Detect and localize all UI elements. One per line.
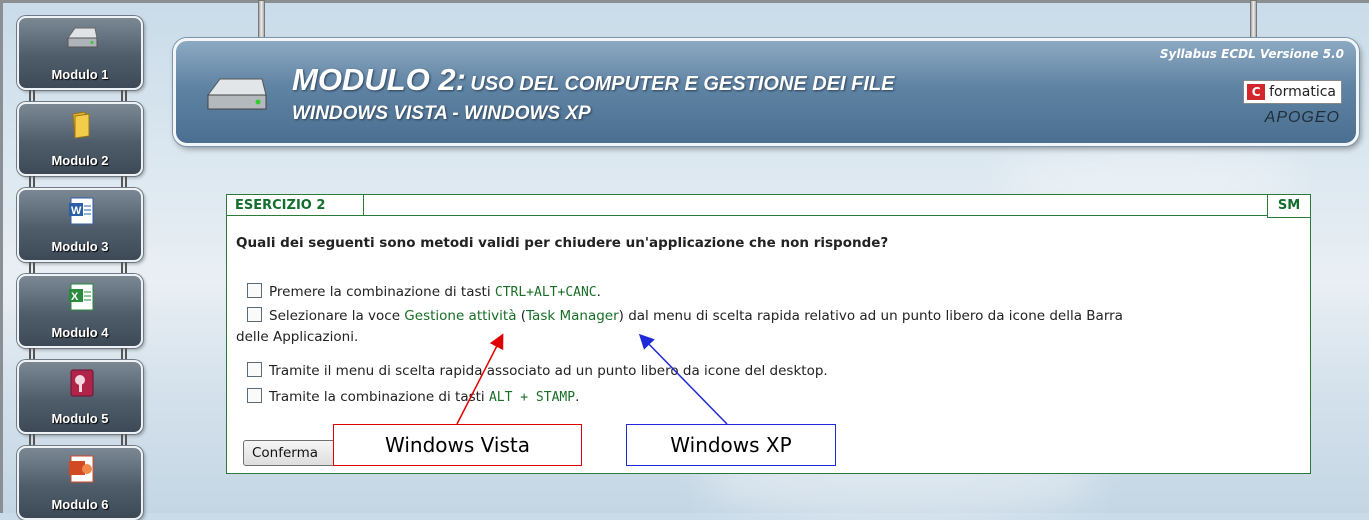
title-rest: USO DEL COMPUTER E GESTIONE DEI FILE	[470, 73, 895, 95]
hard-drive-icon	[67, 27, 98, 48]
excel-icon: X	[69, 283, 94, 311]
module-5-button[interactable]: Modulo 5	[17, 360, 143, 434]
apogeo-logo: APOGEO	[1264, 109, 1340, 126]
chain-connector	[17, 434, 147, 446]
question-text: Quali dei seguenti sono metodi validi pe…	[236, 235, 889, 251]
windows-vista-callout: Windows Vista	[333, 424, 582, 466]
page-subtitle: WINDOWS VISTA - WINDOWS XP	[292, 103, 591, 124]
option-1-end: .	[596, 284, 601, 300]
formatica-label: formatica	[1269, 84, 1336, 100]
option-2-checkbox[interactable]	[247, 307, 262, 322]
powerpoint-icon	[69, 455, 94, 483]
exercise-code-tab: SM	[1267, 194, 1311, 218]
option-2-vista-term: Gestione attività	[404, 308, 517, 324]
module-5-label: Modulo 5	[51, 411, 109, 426]
option-3-checkbox[interactable]	[247, 362, 262, 377]
option-2-text-end: ) dal menu di scelta rapida relativo ad …	[618, 308, 1123, 324]
module-2-button[interactable]: Modulo 2	[17, 102, 143, 176]
option-2-continuation: delle Applicazioni.	[236, 329, 359, 345]
answer-option: Selezionare la voce Gestione attività (T…	[236, 306, 1301, 348]
option-1-text: Premere la combinazione di tasti	[269, 284, 495, 300]
window-frame-top	[0, 0, 1369, 3]
chain-connector	[17, 90, 147, 102]
title-module: MODULO 2:	[292, 62, 466, 97]
syllabus-label: Syllabus ECDL Versione 5.0	[1159, 47, 1344, 61]
module-1-button[interactable]: Modulo 1	[17, 16, 143, 90]
module-4-label: Modulo 4	[51, 325, 109, 340]
formatica-logo: C formatica	[1243, 80, 1342, 104]
svg-text:W: W	[71, 205, 82, 217]
formatica-mark-icon: C	[1247, 84, 1266, 100]
page-title: MODULO 2: USO DEL COMPUTER E GESTIONE DE…	[292, 62, 895, 98]
option-3-text: Tramite il menu di scelta rapida associa…	[269, 363, 828, 379]
option-1-checkbox[interactable]	[247, 283, 262, 298]
module-3-button[interactable]: W Modulo 3	[17, 188, 143, 262]
header-banner: MODULO 2: USO DEL COMPUTER E GESTIONE DE…	[173, 38, 1359, 146]
option-4-text: Tramite la combinazione di tasti	[269, 389, 489, 405]
word-icon: W	[69, 197, 94, 225]
chain-connector	[17, 262, 147, 274]
module-3-label: Modulo 3	[51, 239, 109, 254]
answer-option: Premere la combinazione di tasti CTRL+AL…	[247, 282, 1297, 303]
chain-connector	[17, 176, 147, 188]
svg-text:X: X	[71, 291, 79, 303]
option-2-xp-term: Task Manager	[526, 308, 619, 324]
option-4-end: .	[575, 389, 580, 405]
access-icon	[70, 369, 94, 397]
option-2-text: Selezionare la voce	[269, 308, 405, 324]
option-4-keys: ALT + STAMP	[488, 390, 576, 405]
option-2-paren: (	[516, 308, 527, 324]
module-6-button[interactable]: Modulo 6	[17, 446, 143, 520]
exercise-tab: ESERCIZIO 2	[226, 194, 364, 216]
module-1-label: Modulo 1	[51, 67, 109, 82]
folder-icon	[72, 111, 90, 139]
answer-option: Tramite la combinazione di tasti ALT + S…	[247, 387, 1297, 408]
chain-connector	[17, 348, 147, 360]
answer-option: Tramite il menu di scelta rapida associa…	[247, 361, 1297, 382]
tab-divider	[363, 215, 1269, 216]
hard-drive-icon	[207, 78, 267, 110]
module-2-label: Modulo 2	[51, 153, 109, 168]
option-1-keys: CTRL+ALT+CANC	[494, 285, 597, 300]
windows-xp-callout: Windows XP	[626, 424, 836, 466]
option-4-checkbox[interactable]	[247, 388, 262, 403]
window-frame-left	[0, 0, 3, 513]
module-4-button[interactable]: X Modulo 4	[17, 274, 143, 348]
module-6-label: Modulo 6	[51, 497, 109, 512]
